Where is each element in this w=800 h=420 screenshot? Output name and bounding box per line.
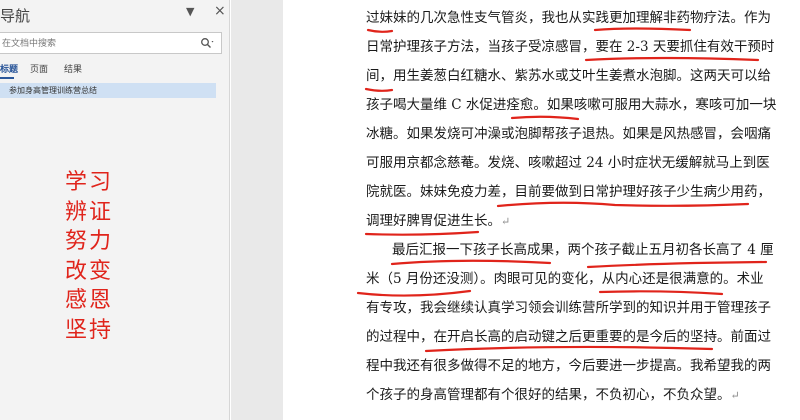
page-gutter [231, 0, 283, 420]
document-line: 程中我还有很多做得不足的地方，今后要进一步提高。我希望我的两 [366, 358, 771, 374]
tab-pages[interactable]: 页面 [30, 62, 48, 75]
document-line: 可服用京都念慈菴。发烧、咳嗽超过 24 小时症状无缓解就马上到医 [366, 155, 770, 171]
document-line: 调理好脾胃促进生长。 [366, 213, 501, 229]
document-line-with-mark: 个孩子的身高管理都有个很好的结果，不负初心，不负众望。↵ [366, 385, 740, 405]
search-icon[interactable] [200, 37, 214, 49]
document-line: 的过程中，在开启长高的启动键之后更重要的是今后的坚持。前面过 [366, 329, 771, 345]
document-line: 最后汇报一下孩子长高成果，两个孩子截止五月初各长高了 4 厘 [392, 242, 774, 258]
tab-headings[interactable]: 标题 [0, 62, 18, 75]
document-line: 间，用生姜葱白红糖水、紫苏水或艾叶生姜煮水泡脚。这两天可以给 [366, 68, 771, 84]
keyword: 改变 [65, 258, 114, 284]
document-line: 院就医。妹妹免疫力差，目前要做到日常护理好孩子少生病少用药， [366, 184, 771, 200]
document-line: 冰糖。如果发烧可冲澡或泡脚帮孩子退热。如果是风热感冒，会咽痛 [366, 126, 771, 142]
keyword: 感恩 [65, 288, 114, 313]
document-line: 有专攻，我会继续认真学习领会训练营所学到的知识并用于管理孩子 [366, 300, 771, 316]
nav-search-box[interactable] [0, 32, 222, 54]
document-line-with-mark: 调理好脾胃促进生长。↵ [366, 211, 510, 231]
document-line: 日常护理孩子方法，当孩子受凉感冒，要在 2-3 天要抓住有效干预时 [366, 39, 775, 55]
handwritten-keywords: 学习 辨证 努力 改变 感恩 坚持 [65, 168, 145, 345]
keyword: 辨证 [65, 199, 114, 225]
keyword: 坚持 [65, 317, 114, 343]
tab-results[interactable]: 结果 [64, 62, 82, 75]
document-line: 个孩子的身高管理都有个很好的结果，不负初心，不负众望。 [366, 387, 731, 403]
chevron-down-icon[interactable]: ▼ [186, 5, 194, 18]
paragraph-mark: ↵ [730, 389, 740, 402]
document-line: 孩子喝大量维 C 水促进痊愈。如果咳嗽可服用大蒜水，寒咳可加一块 [366, 97, 777, 113]
nav-heading-item[interactable]: 参加身高管理训练营总结 [0, 83, 216, 98]
active-tab-indicator [0, 77, 14, 79]
nav-pane-title: 导航 [0, 7, 31, 25]
document-line: 过妹妹的几次急性支气管炎，我也从实践更加理解非药物疗法。作为 [366, 10, 771, 26]
keyword: 学习 [65, 170, 114, 195]
keyword: 努力 [65, 229, 114, 254]
close-icon[interactable]: × [214, 3, 226, 19]
document-line: 米（5 月份还没测）。肉眼可见的变化，从内心还是很满意的。术业 [366, 271, 764, 287]
navigation-pane: 导航 ▼ × 标题 页面 结果 参加身高管理训练营总结 学习 辨证 努力 改变 … [0, 0, 230, 420]
search-input[interactable] [0, 33, 190, 53]
paragraph-mark: ↵ [501, 215, 511, 228]
